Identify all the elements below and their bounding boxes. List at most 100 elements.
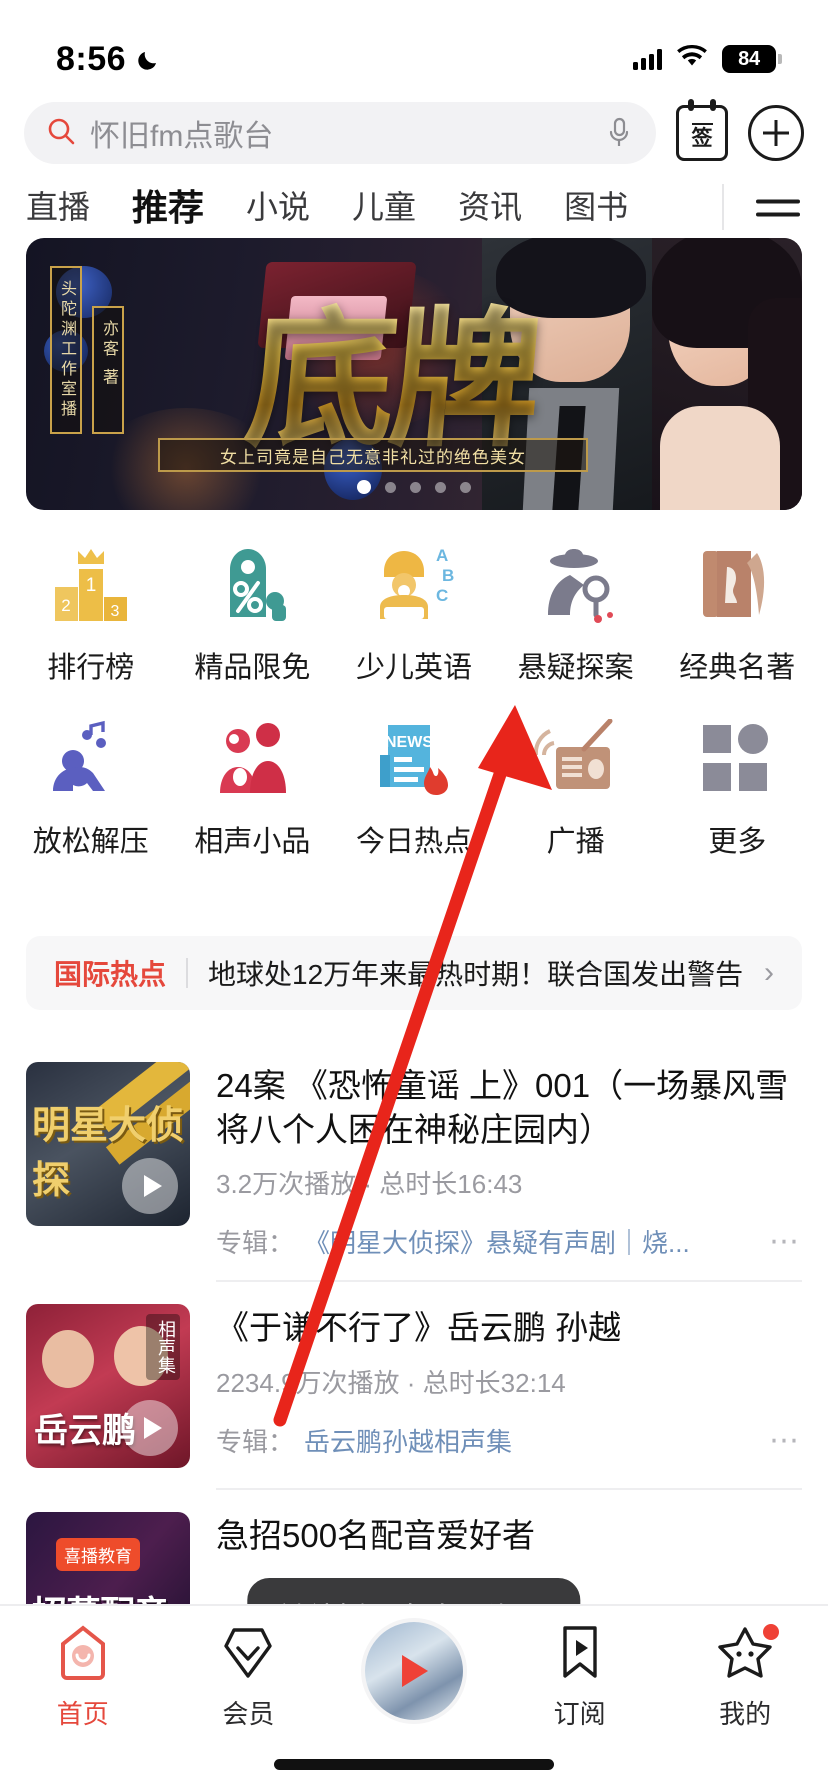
banner-art-woman bbox=[652, 238, 802, 510]
nav-label: 首页 bbox=[56, 1699, 109, 1729]
tab-xiaoshuo[interactable]: 小说 bbox=[246, 182, 310, 234]
album-label: 专辑： bbox=[216, 1228, 295, 1259]
category-paihangbang[interactable]: 1 2 3 排行榜 bbox=[10, 538, 172, 686]
category-jingpinxianmian[interactable]: 精品限免 bbox=[172, 538, 334, 686]
tab-label: 图书 bbox=[564, 189, 629, 225]
category-label: 排行榜 bbox=[47, 652, 135, 684]
feed-item-title: 《于谦不行了》岳云鹏 孙越 bbox=[216, 1309, 622, 1347]
status-time-group: 8:56 bbox=[56, 40, 162, 79]
nav-item-home[interactable]: 首页 bbox=[0, 1622, 166, 1731]
category-label: 今日热点 bbox=[355, 826, 472, 858]
category-label: 放松解压 bbox=[32, 826, 149, 858]
tab-label: 小说 bbox=[246, 189, 311, 225]
status-time: 8:56 bbox=[56, 39, 127, 78]
bottom-navigation-bar: 首页 会员 订阅 我的 bbox=[0, 1604, 828, 1792]
relax-music-icon bbox=[45, 712, 137, 804]
comedy-duo-icon bbox=[206, 712, 298, 804]
svg-text:NEWS: NEWS bbox=[385, 734, 433, 751]
play-count: 3.2万次播放 bbox=[216, 1169, 357, 1200]
player-play-icon[interactable] bbox=[364, 1622, 463, 1720]
category-guangbo[interactable]: 广播 bbox=[495, 712, 657, 860]
play-icon[interactable] bbox=[122, 1158, 178, 1214]
feed-item[interactable]: 相声集 岳云鹏 《于谦不行了》岳云鹏 孙越 2234.9万次播放 · 总时长32… bbox=[0, 1282, 828, 1469]
plus-circle-icon bbox=[748, 105, 804, 161]
category-label: 悬疑探案 bbox=[517, 652, 634, 684]
tab-divider bbox=[722, 184, 724, 230]
promo-banner[interactable]: 头陀渊工作室播 亦客 著 底牌 女上司竟是自己无意非礼过的绝色美女 bbox=[26, 238, 802, 510]
category-label: 少儿英语 bbox=[355, 652, 472, 684]
thumbnail-title: 岳云鹏 bbox=[34, 1412, 136, 1451]
chevron-right-icon: › bbox=[764, 956, 774, 989]
tab-label: 儿童 bbox=[352, 189, 417, 225]
thumbnail-badge: 相声集 bbox=[146, 1314, 180, 1381]
hot-news-divider bbox=[186, 958, 189, 988]
sign-label: 签 bbox=[691, 122, 713, 149]
microphone-icon[interactable] bbox=[606, 116, 634, 150]
more-dots-icon[interactable]: ⋯ bbox=[759, 1224, 802, 1259]
status-indicators: 84 bbox=[633, 44, 782, 74]
feed-item-title: 24案 《恐怖童谣 上》001（一场暴风雪将八个人困在神秘庄园内） bbox=[216, 1067, 789, 1149]
duration: 总时长32:14 bbox=[422, 1367, 566, 1398]
svg-text:3: 3 bbox=[110, 603, 119, 620]
crescent-moon-icon bbox=[136, 46, 162, 72]
feed-item-album-row: 专辑： 岳云鹏孙越相声集 ⋯ bbox=[216, 1422, 802, 1459]
calendar-sign-icon: 签 bbox=[676, 99, 728, 161]
tab-zixun[interactable]: 资讯 bbox=[458, 182, 522, 234]
feed-item-title: 急招500名配音爱好者 bbox=[216, 1517, 536, 1555]
nav-label: 订阅 bbox=[553, 1699, 606, 1729]
feed-thumbnail[interactable]: 明星大侦探 bbox=[26, 1062, 190, 1226]
category-jingdianmingzhu[interactable]: 经典名著 bbox=[656, 538, 818, 686]
vip-diamond-icon bbox=[218, 1622, 278, 1682]
category-grid: 1 2 3 排行榜 精品限免 A B C 少儿英语 悬疑探案 经典名著 放松解压… bbox=[0, 538, 828, 860]
category-jinrireidian[interactable]: NEWS 今日热点 bbox=[333, 712, 495, 860]
nav-item-mine[interactable]: 我的 bbox=[662, 1622, 828, 1731]
banner-pagination-dots[interactable] bbox=[357, 480, 471, 494]
feed-item-stats: 2234.9万次播放 · 总时长32:14 bbox=[216, 1363, 802, 1400]
category-fangsongjieya[interactable]: 放松解压 bbox=[10, 712, 172, 860]
category-label: 广播 bbox=[546, 826, 605, 858]
stats-separator: · bbox=[363, 1169, 373, 1200]
feed-thumbnail[interactable]: 相声集 岳云鹏 bbox=[26, 1304, 190, 1469]
add-button[interactable] bbox=[748, 105, 804, 161]
search-placeholder: 怀旧fm点歌台 bbox=[90, 120, 274, 153]
nav-label: 会员 bbox=[222, 1699, 275, 1729]
banner-subtitle: 女上司竟是自己无意非礼过的绝色美女 bbox=[158, 438, 588, 472]
feed-item-album-row: 专辑： 《明星大侦探》悬疑有声剧｜烧... ⋯ bbox=[216, 1223, 802, 1260]
detective-magnifier-icon bbox=[530, 538, 622, 630]
album-link[interactable]: 岳云鹏孙越相声集 bbox=[304, 1422, 749, 1459]
tab-ertong[interactable]: 儿童 bbox=[352, 182, 416, 234]
category-xiangshengxiaopin[interactable]: 相声小品 bbox=[172, 712, 334, 860]
category-gengduo[interactable]: 更多 bbox=[656, 712, 818, 860]
tab-tuijian[interactable]: 推荐 bbox=[132, 179, 204, 245]
more-dots-icon[interactable]: ⋯ bbox=[759, 1423, 802, 1458]
nav-item-subscribe[interactable]: 订阅 bbox=[497, 1622, 663, 1731]
tab-zhibo[interactable]: 直播 bbox=[26, 182, 90, 234]
hot-news-headline: 地球处12万年来最热时期！联合国发出警告 bbox=[208, 959, 744, 990]
hamburger-menu-icon[interactable] bbox=[756, 191, 800, 226]
tab-tushu[interactable]: 图书 bbox=[564, 182, 628, 234]
svg-text:C: C bbox=[436, 586, 448, 605]
hot-news-strip[interactable]: 国际热点 地球处12万年来最热时期！联合国发出警告 › bbox=[26, 936, 802, 1010]
search-input[interactable]: 怀旧fm点歌台 bbox=[24, 102, 656, 164]
tab-label: 资讯 bbox=[458, 189, 523, 225]
category-label: 相声小品 bbox=[194, 826, 311, 858]
nav-item-player[interactable] bbox=[331, 1622, 497, 1720]
category-shaoeryingyu[interactable]: A B C 少儿英语 bbox=[333, 538, 495, 686]
album-label: 专辑： bbox=[216, 1426, 295, 1457]
album-link[interactable]: 《明星大侦探》悬疑有声剧｜烧... bbox=[304, 1223, 749, 1260]
feed-item[interactable]: 明星大侦探 24案 《恐怖童谣 上》001（一场暴风雪将八个人困在神秘庄园内） … bbox=[0, 1040, 828, 1260]
sign-in-button[interactable]: 签 bbox=[674, 99, 730, 161]
home-indicator bbox=[274, 1759, 554, 1770]
category-xuanyitanan[interactable]: 悬疑探案 bbox=[495, 538, 657, 686]
svg-text:B: B bbox=[442, 566, 454, 585]
battery-level: 84 bbox=[738, 47, 760, 70]
thumbnail-badge: 喜播教育 bbox=[56, 1538, 140, 1572]
banner-studio: 头陀渊工作室播 bbox=[50, 266, 82, 434]
radio-icon bbox=[530, 712, 622, 804]
nav-item-vip[interactable]: 会员 bbox=[166, 1622, 332, 1731]
play-icon[interactable] bbox=[122, 1400, 178, 1457]
category-tab-bar: 直播 推荐 小说 儿童 资讯 图书 bbox=[0, 172, 828, 245]
cellular-bars-icon bbox=[633, 48, 662, 70]
search-icon bbox=[46, 116, 76, 151]
svg-text:A: A bbox=[436, 546, 448, 565]
